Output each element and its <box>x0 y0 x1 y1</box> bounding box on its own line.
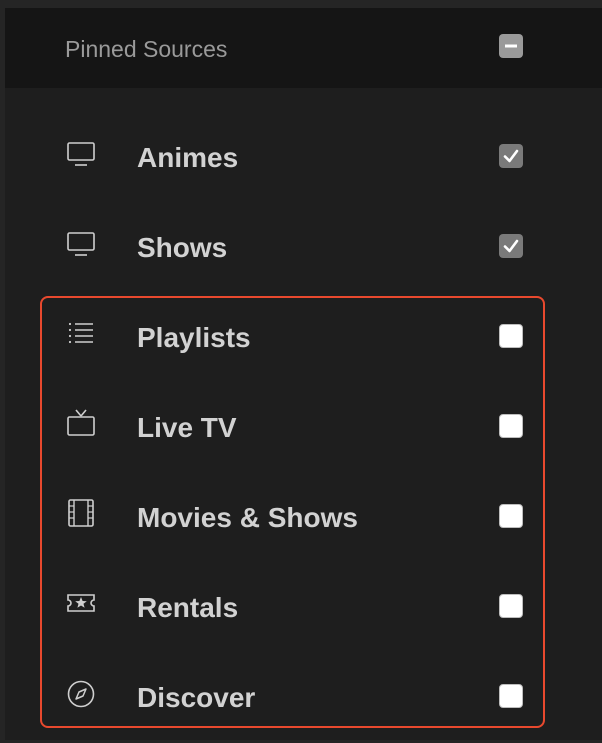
rentals-checkbox[interactable] <box>499 594 523 618</box>
compass-icon <box>67 680 95 708</box>
shows-checkbox[interactable] <box>499 234 523 258</box>
minus-icon <box>505 44 517 48</box>
source-label: Rentals <box>137 592 239 623</box>
source-label: Live TV <box>137 412 237 443</box>
film-icon <box>68 499 94 527</box>
monitor-icon <box>67 142 95 166</box>
source-label: Playlists <box>137 322 251 353</box>
checkmark-icon <box>503 149 519 163</box>
header-title: Pinned Sources <box>65 36 228 62</box>
discover-checkbox[interactable] <box>499 684 523 708</box>
movies-shows-checkbox[interactable] <box>499 504 523 528</box>
animes-checkbox[interactable] <box>499 144 523 168</box>
source-label: Shows <box>137 232 228 263</box>
live-tv-checkbox[interactable] <box>499 414 523 438</box>
checkmark-icon <box>503 239 519 253</box>
tv-icon <box>67 409 95 436</box>
ticket-star-icon <box>67 594 95 612</box>
source-label: Movies & Shows <box>137 502 358 533</box>
playlists-checkbox[interactable] <box>499 324 523 348</box>
list-icon <box>68 322 93 344</box>
monitor-icon <box>67 232 95 256</box>
source-label: Discover <box>137 682 256 713</box>
select-all-checkbox[interactable] <box>499 34 523 58</box>
source-label: Animes <box>137 142 239 173</box>
